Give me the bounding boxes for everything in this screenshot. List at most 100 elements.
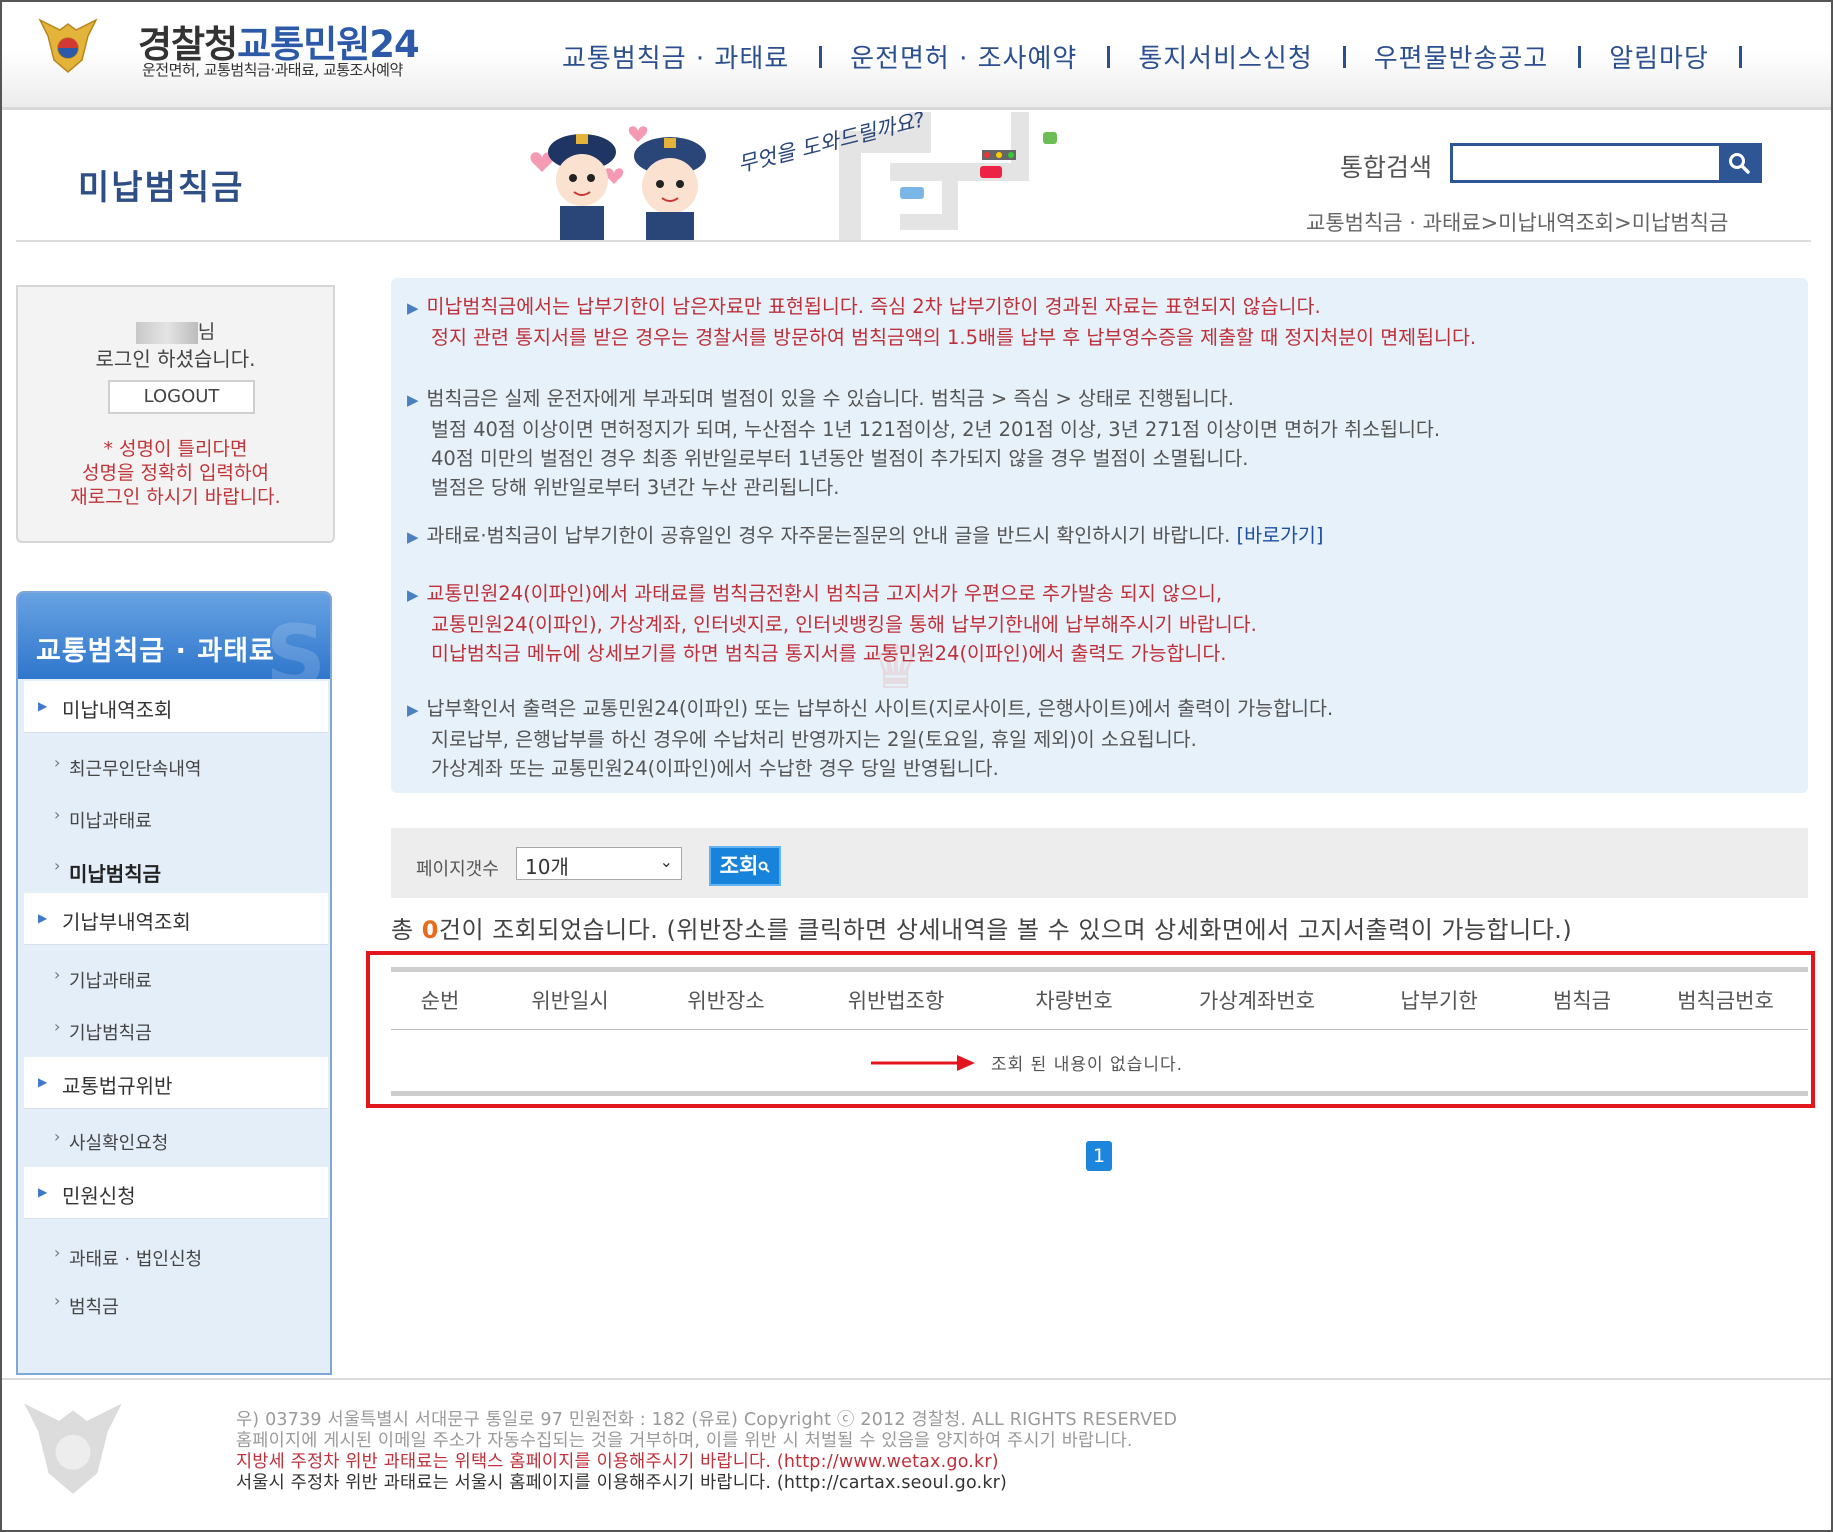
notice-line: 가상계좌 또는 교통민원24(이파인)에서 수납한 경우 당일 반영됩니다.	[431, 757, 999, 780]
notice-line: ▶ 과태료·범칙금이 납부기한이 공휴일인 경우 자주묻는질문의 안내 글을 반드…	[407, 521, 1323, 552]
warning-line: * 성명이 틀리다면	[103, 438, 248, 460]
nav-divider	[1578, 45, 1582, 68]
query-button[interactable]: 조회	[709, 846, 781, 886]
result-count: 0	[421, 916, 439, 944]
notice-line-text: 납부확인서 출력은 교통민원24(이파인) 또는 납부하신 사이트(지로사이트,…	[426, 697, 1334, 720]
sidebar-item-unpaid-fine[interactable]: › 미납범칙금	[24, 846, 328, 890]
column-header: 위반일시	[531, 989, 609, 1013]
notice-line: 벌점 40점 이상이면 면허정지가 되며, 누산점수 1년 121점이상, 2년…	[431, 418, 1441, 441]
notice-line-text: 교통민원24(이파인)에서 과태료를 범칙금전환시 범칙금 고지서가 우편으로 …	[426, 582, 1223, 605]
notice-line: ▶ 납부확인서 출력은 교통민원24(이파인) 또는 납부하신 사이트(지로사이트…	[407, 694, 1333, 725]
page-size-value: 10개	[525, 855, 569, 879]
menu-chevron-icon: ›	[54, 1291, 61, 1310]
search-icon	[1729, 153, 1750, 174]
notice-paragraph-5: ▶ 납부확인서 출력은 교통민원24(이파인) 또는 납부하신 사이트(지로사이트…	[407, 694, 1333, 783]
bullet-icon: ▶	[407, 586, 419, 604]
sidebar-item-paid-penalty[interactable]: › 기납과태료	[24, 955, 328, 999]
footer-seoul-notice: 서울시 주정차 위반 과태료는 서울시 홈페이지를 이용해주시기 바랍니다. (…	[236, 1473, 1008, 1493]
relogin-warning: * 성명이 틀리다면 성명을 정확히 입력하여 재로그인 하시기 바랍니다.	[18, 437, 333, 509]
footer-divider	[2, 1378, 1831, 1380]
menu-chevron-icon: ›	[54, 965, 61, 984]
breadcrumb: 교통범칙금 · 과태료>미납내역조회>미납범칙금	[1306, 211, 1729, 235]
column-header: 위반장소	[687, 989, 765, 1013]
bullet-icon: ▶	[407, 701, 419, 719]
faq-shortcut-link[interactable]: [바로가기]	[1236, 524, 1323, 547]
nav-item-fines[interactable]: 교통범칙금 · 과태료	[562, 38, 789, 75]
bullet-icon: ▶	[407, 299, 419, 317]
sidebar-item-paid-fine[interactable]: › 기납범칙금	[24, 1007, 328, 1051]
title-divider	[16, 240, 1811, 242]
notice-line: 벌점은 당해 위반일로부터 3년간 누산 관리됩니다.	[431, 476, 840, 499]
login-status-box: 님 로그인 하셨습니다. LOGOUT * 성명이 틀리다면 성명을 정확히 입…	[16, 285, 335, 543]
logo-subtitle: 운전면허, 교통범칙금·과태료, 교통조사예약	[142, 61, 403, 79]
menu-chevron-icon: ›	[54, 856, 61, 875]
sidebar-item-label: 미납과태료	[69, 811, 152, 832]
sidebar-item-paid-inquiry[interactable]: ▶ 기납부내역조회	[24, 893, 328, 945]
user-name-redacted	[135, 321, 198, 344]
column-header: 차량번호	[1035, 989, 1113, 1013]
bullet-icon: ▶	[407, 391, 419, 409]
logout-button[interactable]: LOGOUT	[108, 380, 255, 414]
sidebar-item-fine[interactable]: › 범칙금	[24, 1281, 328, 1325]
sidebar-item-unpaid-inquiry[interactable]: ▶ 미납내역조회	[24, 681, 328, 733]
notice-paragraph-3: ▶ 과태료·범칙금이 납부기한이 공휴일인 경우 자주묻는질문의 안내 글을 반드…	[407, 521, 1323, 552]
table-bottom-border	[391, 1091, 1808, 1096]
sidebar-item-civil-request[interactable]: ▶ 민원신청	[24, 1167, 328, 1219]
red-arrow-icon	[871, 1055, 975, 1071]
sidebar-item-label: 기납과태료	[69, 971, 152, 992]
empty-result-message: 조회 된 내용이 없습니다.	[991, 1055, 1184, 1075]
nav-divider	[1738, 45, 1742, 68]
notice-line-text: 범칙금은 실제 운전자에게 부과되며 벌점이 있을 수 있습니다. 범칙금 > …	[426, 387, 1234, 410]
column-header: 범칙금	[1553, 989, 1611, 1013]
column-header: 위반법조항	[847, 989, 945, 1013]
search-label: 통합검색	[1340, 153, 1433, 182]
query-button-label: 조회	[719, 854, 759, 878]
user-name-suffix: 님	[197, 321, 216, 343]
mascot-banner-image: 무엇을 도와드릴까요?	[530, 112, 1057, 242]
integrated-search	[1450, 143, 1762, 183]
notice-line: 40점 미만의 벌점인 경우 최종 위반일로부터 1년동안 벌점이 추가되지 않…	[431, 447, 1249, 470]
nav-item-returned-mail[interactable]: 우편물반송공고	[1374, 38, 1548, 75]
sidebar-item-label: 과태료 · 법인신청	[69, 1249, 203, 1270]
notice-line: 지로납부, 은행납부를 하신 경우에 수납처리 반영까지는 2일(토요일, 휴일…	[431, 728, 1197, 751]
search-input[interactable]	[1453, 146, 1719, 180]
sidebar-item-label: 민원신청	[62, 1184, 136, 1208]
sidebar-item-unpaid-penalty[interactable]: › 미납과태료	[24, 795, 328, 839]
table-header: 순번 위반일시 위반장소 위반법조항 차량번호 가상계좌번호 납부기한 범칙금 …	[391, 972, 1808, 1030]
sidebar-item-label: 교통법규위반	[62, 1074, 173, 1098]
notice-line-text: 미납범칙금에서는 납부기한이 남은자료만 표현됩니다. 즉심 2차 납부기한이 …	[426, 295, 1321, 318]
sidebar-item-label: 범칙금	[69, 1297, 119, 1318]
menu-arrow-icon: ▶	[38, 699, 48, 713]
menu-chevron-icon: ›	[54, 805, 61, 824]
notice-panel: ♛ ▶ 미납범칙금에서는 납부기한이 남은자료만 표현됩니다. 즉심 2차 납부기…	[391, 278, 1808, 793]
sidebar-item-corporate-request[interactable]: › 과태료 · 법인신청	[24, 1233, 328, 1277]
page-size-label: 페이지갯수	[416, 859, 499, 880]
notice-line: ▶ 교통민원24(이파인)에서 과태료를 범칙금전환시 범칙금 고지서가 우편으로…	[407, 579, 1257, 610]
pagination-page-1[interactable]: 1	[1086, 1141, 1112, 1171]
result-suffix: 건이 조회되었습니다. (위반장소를 클릭하면 상세내역을 볼 수 있으며 상세…	[438, 916, 1573, 944]
menu-arrow-icon: ▶	[38, 911, 48, 925]
page-size-select[interactable]: 10개 ⌄	[516, 847, 682, 880]
police-emblem-icon[interactable]	[38, 14, 98, 76]
column-header: 납부기한	[1400, 989, 1478, 1013]
menu-chevron-icon: ›	[54, 1243, 61, 1262]
result-count-message: 총 0건이 조회되었습니다. (위반장소를 클릭하면 상세내역을 볼 수 있으며…	[391, 910, 1572, 945]
nav-item-notice[interactable]: 알림마당	[1609, 38, 1709, 75]
sidebar-item-traffic-violation[interactable]: ▶ 교통법규위반	[24, 1057, 328, 1109]
column-header: 범칙금번호	[1677, 989, 1774, 1013]
sidebar-item-label: 미납범칙금	[69, 862, 161, 886]
sidebar-item-label: 기납범칙금	[69, 1023, 152, 1044]
notice-paragraph-2: ▶ 범칙금은 실제 운전자에게 부과되며 벌점이 있을 수 있습니다. 범칙금 >…	[407, 384, 1440, 502]
sidebar-item-recent-enforcement[interactable]: › 최근무인단속내역	[24, 743, 328, 787]
sidebar-item-fact-check[interactable]: › 사실확인요청	[24, 1117, 328, 1161]
notice-line: 정지 관련 통지서를 받은 경우는 경찰서를 방문하여 범칙금액의 1.5배를 …	[431, 326, 1477, 349]
nav-item-license[interactable]: 운전면허 · 조사예약	[850, 38, 1077, 75]
nav-item-notification[interactable]: 통지서비스신청	[1138, 38, 1312, 75]
sidebar-item-label: 최근무인단속내역	[69, 759, 202, 780]
sidebar-item-label: 기납부내역조회	[62, 910, 191, 934]
column-header: 가상계좌번호	[1199, 989, 1315, 1013]
menu-chevron-icon: ›	[54, 1017, 61, 1036]
column-header: 순번	[420, 989, 460, 1013]
sidebar-menu: S 교통범칙금 · 과태료 ▶ 미납내역조회 › 최근무인단속내역 › 미납과태료 ›…	[16, 591, 332, 1375]
search-button[interactable]	[1719, 146, 1759, 180]
